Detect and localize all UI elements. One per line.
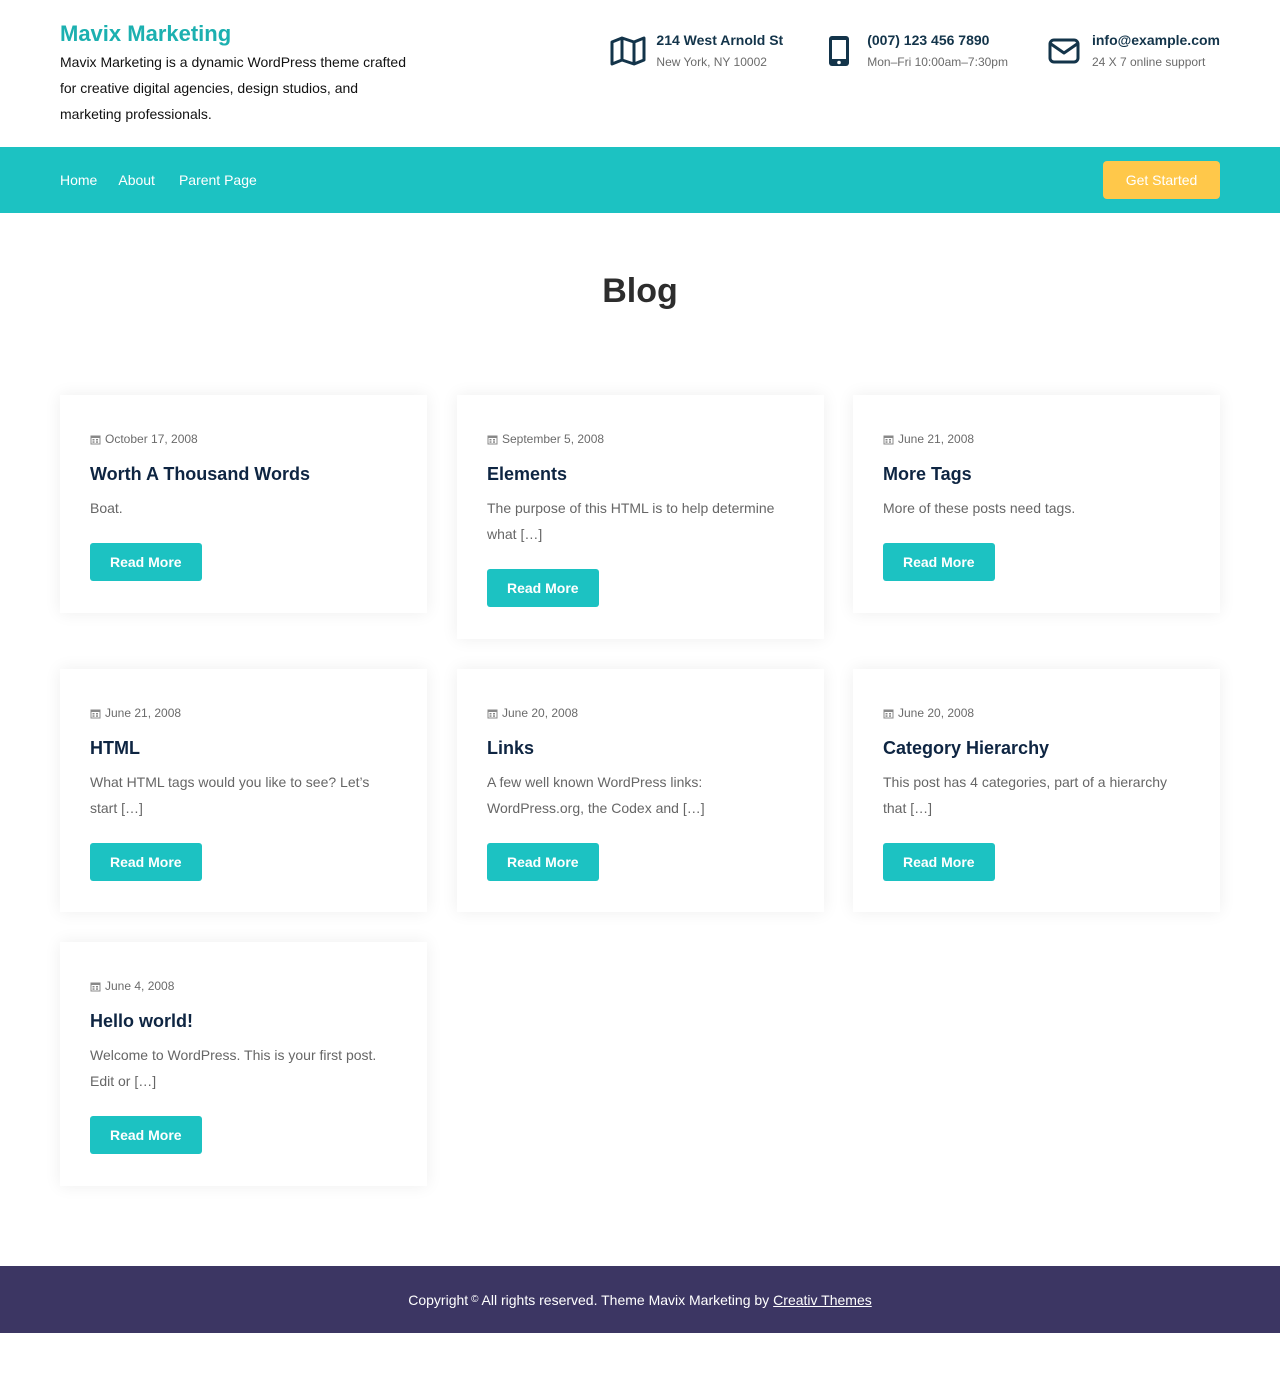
copyright-symbol: © — [471, 1294, 479, 1305]
phone-hours: Mon–Fri 10:00am–7:30pm — [867, 55, 1008, 69]
read-more-button[interactable]: Read More — [487, 569, 599, 607]
post-title[interactable]: Worth A Thousand Words — [90, 462, 397, 486]
calendar-icon — [90, 709, 101, 718]
envelope-icon — [1046, 33, 1082, 69]
calendar-icon — [883, 435, 894, 444]
nav-item-home[interactable]: Home — [60, 172, 97, 188]
calendar-icon — [90, 435, 101, 444]
post-date: June 4, 2008 — [90, 978, 397, 994]
post-title[interactable]: Links — [487, 736, 794, 760]
post-date-text: June 20, 2008 — [898, 706, 975, 720]
calendar-icon — [487, 709, 498, 718]
footer-theme-link[interactable]: Creativ Themes — [773, 1292, 872, 1308]
site-header: Mavix Marketing Mavix Marketing is a dyn… — [0, 0, 1280, 147]
post-date: October 17, 2008 — [90, 431, 397, 447]
post-card: October 17, 2008 Worth A Thousand Words … — [60, 395, 427, 613]
post-date: June 21, 2008 — [90, 705, 397, 721]
post-title[interactable]: HTML — [90, 736, 397, 760]
post-card: June 21, 2008 More Tags More of these po… — [853, 395, 1220, 613]
post-excerpt: More of these posts need tags. — [883, 500, 1076, 516]
post-title[interactable]: More Tags — [883, 462, 1190, 486]
phone-icon — [821, 33, 857, 69]
site-footer: Copyright © All rights reserved. Theme M… — [0, 1266, 1280, 1333]
post-card: June 4, 2008 Hello world! Welcome to Wor… — [60, 942, 427, 1186]
phone-number: (007) 123 456 7890 — [867, 32, 990, 48]
read-more-button[interactable]: Read More — [90, 843, 202, 881]
read-more-button[interactable]: Read More — [487, 843, 599, 881]
email-support: 24 X 7 online support — [1091, 55, 1206, 69]
calendar-icon — [487, 435, 498, 444]
address-line: 214 West Arnold St — [656, 32, 784, 48]
site-description: Mavix Marketing is a dynamic WordPress t… — [60, 54, 406, 122]
post-date: September 5, 2008 — [487, 431, 794, 447]
post-date: June 20, 2008 — [487, 705, 794, 721]
nav-menu: Home About Parent Page — [60, 147, 278, 213]
email-address: info@example.com — [1091, 32, 1220, 48]
post-date-text: June 21, 2008 — [898, 432, 975, 446]
post-excerpt: A few well known WordPress links: WordPr… — [487, 774, 705, 816]
nav-item-parent-page[interactable]: Parent Page — [179, 172, 257, 188]
post-card: June 21, 2008 HTML What HTML tags would … — [60, 669, 427, 912]
contact-address: 214 West Arnold St New York, NY 10002 — [610, 30, 783, 72]
post-date: June 21, 2008 — [883, 431, 1190, 447]
address-city: New York, NY 10002 — [656, 55, 767, 69]
contact-info: 214 West Arnold St New York, NY 10002 (0… — [610, 30, 1220, 72]
get-started-button[interactable]: Get Started — [1103, 161, 1220, 199]
post-date-text: June 21, 2008 — [105, 706, 182, 720]
post-card: September 5, 2008 Elements The purpose o… — [457, 395, 824, 639]
calendar-icon — [90, 982, 101, 991]
post-title[interactable]: Elements — [487, 462, 794, 486]
post-excerpt: The purpose of this HTML is to help dete… — [487, 500, 775, 542]
contact-email: info@example.com 24 X 7 online support — [1046, 30, 1220, 72]
post-title[interactable]: Hello world! — [90, 1009, 397, 1033]
calendar-icon — [883, 709, 894, 718]
contact-phone: (007) 123 456 7890 Mon–Fri 10:00am–7:30p… — [821, 30, 1008, 72]
nav-item-about[interactable]: About — [118, 172, 155, 188]
page-title: Blog — [602, 272, 678, 310]
post-excerpt: This post has 4 categories, part of a hi… — [883, 774, 1168, 816]
post-date-text: September 5, 2008 — [502, 432, 605, 446]
post-card: June 20, 2008 Links A few well known Wor… — [457, 669, 824, 912]
post-title[interactable]: Category Hierarchy — [883, 736, 1190, 760]
read-more-button[interactable]: Read More — [90, 1116, 202, 1154]
map-icon — [610, 33, 646, 69]
branding: Mavix Marketing Mavix Marketing is a dyn… — [60, 20, 410, 127]
post-date: June 20, 2008 — [883, 705, 1190, 721]
read-more-button[interactable]: Read More — [90, 543, 202, 581]
site-title[interactable]: Mavix Marketing — [60, 20, 410, 48]
read-more-button[interactable]: Read More — [883, 843, 995, 881]
post-card: June 20, 2008 Category Hierarchy This po… — [853, 669, 1220, 912]
post-excerpt: Boat. — [90, 500, 123, 516]
footer-text: All rights reserved. Theme Mavix Marketi… — [481, 1291, 770, 1308]
post-date-text: October 17, 2008 — [105, 432, 198, 446]
read-more-button[interactable]: Read More — [883, 543, 995, 581]
post-excerpt: Welcome to WordPress. This is your first… — [90, 1047, 377, 1089]
main-navigation: Home About Parent Page Get Started — [0, 147, 1280, 213]
copyright-label: Copyright — [408, 1291, 469, 1308]
post-excerpt: What HTML tags would you like to see? Le… — [90, 774, 370, 816]
post-date-text: June 20, 2008 — [502, 706, 579, 720]
post-date-text: June 4, 2008 — [105, 979, 175, 993]
